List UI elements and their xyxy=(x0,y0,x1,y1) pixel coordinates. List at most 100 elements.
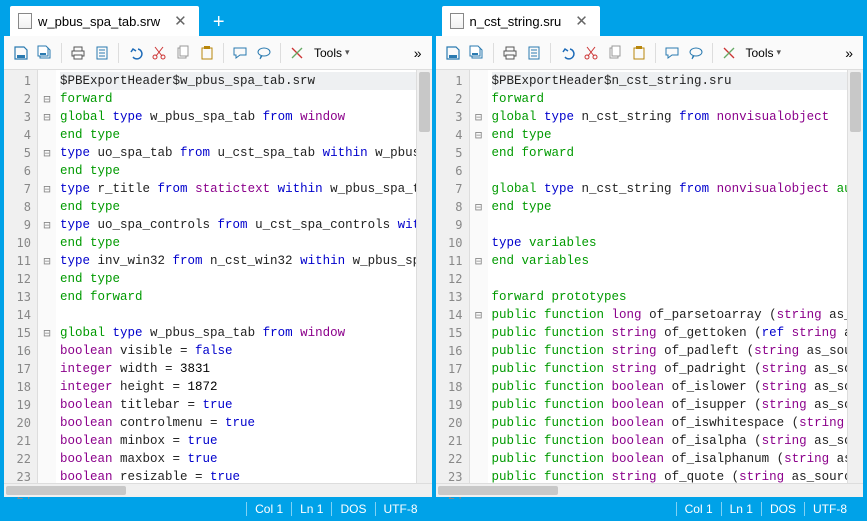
scrollbar-thumb[interactable] xyxy=(419,72,430,132)
print-icon[interactable] xyxy=(67,42,89,64)
code-line[interactable]: forward xyxy=(60,90,416,108)
code-line[interactable]: public function boolean of_islower (stri… xyxy=(492,378,848,396)
code-line[interactable]: integer height = 1872 xyxy=(60,378,416,396)
code-line[interactable]: global type n_cst_string from nonvisualo… xyxy=(492,180,848,198)
code-line[interactable]: public function string of_gettoken (ref … xyxy=(492,324,848,342)
comment-icon[interactable] xyxy=(661,42,683,64)
code-line[interactable]: forward xyxy=(492,90,848,108)
comment-icon[interactable] xyxy=(229,42,251,64)
code-line[interactable]: end type xyxy=(60,126,416,144)
code-line[interactable]: global type w_pbus_spa_tab from window xyxy=(60,324,416,342)
scrollbar-thumb[interactable] xyxy=(6,486,126,495)
fold-toggle[interactable]: ⊟ xyxy=(470,252,488,270)
paste-icon[interactable] xyxy=(196,42,218,64)
code-line[interactable]: boolean controlmenu = true xyxy=(60,414,416,432)
uncomment-icon[interactable] xyxy=(685,42,707,64)
code-line[interactable]: type r_title from statictext within w_pb… xyxy=(60,180,416,198)
code-line[interactable]: type uo_spa_controls from u_cst_spa_cont… xyxy=(60,216,416,234)
tools-dropdown[interactable]: Tools ▾ xyxy=(310,46,354,60)
cut-icon[interactable] xyxy=(580,42,602,64)
tools-dropdown[interactable]: Tools ▾ xyxy=(742,46,786,60)
toolbar-overflow-icon[interactable]: » xyxy=(841,45,857,61)
fold-toggle[interactable]: ⊟ xyxy=(38,90,56,108)
paste-icon[interactable] xyxy=(628,42,650,64)
code-line[interactable]: global type n_cst_string from nonvisualo… xyxy=(492,108,848,126)
code-line[interactable]: public function string of_quote (string … xyxy=(492,468,848,483)
vertical-scrollbar[interactable] xyxy=(416,70,432,483)
code-line[interactable]: public function boolean of_iswhitespace … xyxy=(492,414,848,432)
code-area[interactable]: $PBExportHeader$n_cst_string.sru$PBExpor… xyxy=(488,70,848,483)
code-line[interactable]: $PBExportHeader$w_pbus_spa_tab.srw xyxy=(60,72,416,90)
fold-toggle xyxy=(470,432,488,450)
code-line[interactable]: end type xyxy=(60,198,416,216)
cut-icon[interactable] xyxy=(148,42,170,64)
code-line[interactable]: end forward xyxy=(492,144,848,162)
fold-toggle[interactable]: ⊟ xyxy=(470,108,488,126)
code-line[interactable]: public function long of_parsetoarray (st… xyxy=(492,306,848,324)
tools-icon[interactable] xyxy=(286,42,308,64)
code-line[interactable]: public function boolean of_isalphanum (s… xyxy=(492,450,848,468)
code-line[interactable]: type variables xyxy=(492,234,848,252)
copy-icon[interactable] xyxy=(604,42,626,64)
code-line[interactable]: public function boolean of_isalpha (stri… xyxy=(492,432,848,450)
horizontal-scrollbar[interactable] xyxy=(4,483,432,497)
fold-toggle[interactable]: ⊟ xyxy=(38,144,56,162)
code-line[interactable]: integer width = 3831 xyxy=(60,360,416,378)
undo-icon[interactable] xyxy=(556,42,578,64)
code-line[interactable]: global type w_pbus_spa_tab from window xyxy=(60,108,416,126)
code-line[interactable]: $PBExportHeader$n_cst_string.sru xyxy=(492,72,848,90)
code-line[interactable]: end type xyxy=(60,162,416,180)
document-icon[interactable] xyxy=(523,42,545,64)
toolbar-overflow-icon[interactable]: » xyxy=(410,45,426,61)
code-line[interactable]: public function boolean of_isupper (stri… xyxy=(492,396,848,414)
fold-toggle[interactable]: ⊟ xyxy=(38,216,56,234)
code-line[interactable]: type uo_spa_tab from u_cst_spa_tab withi… xyxy=(60,144,416,162)
code-line[interactable]: end variables xyxy=(492,252,848,270)
code-area[interactable]: $PBExportHeader$w_pbus_spa_tab.srwforwar… xyxy=(56,70,416,483)
code-line[interactable]: end type xyxy=(492,126,848,144)
fold-toggle[interactable]: ⊟ xyxy=(38,108,56,126)
fold-toggle[interactable]: ⊟ xyxy=(38,324,56,342)
scrollbar-thumb[interactable] xyxy=(438,486,558,495)
save-all-icon[interactable] xyxy=(34,42,56,64)
code-line[interactable]: boolean resizable = true xyxy=(60,468,416,483)
code-line[interactable]: boolean minbox = true xyxy=(60,432,416,450)
code-line[interactable]: end type xyxy=(60,234,416,252)
code-line[interactable]: public function string of_padright (stri… xyxy=(492,360,848,378)
tools-icon[interactable] xyxy=(718,42,740,64)
file-tab[interactable]: n_cst_string.sru ✕ xyxy=(442,6,600,36)
code-line[interactable]: boolean maxbox = true xyxy=(60,450,416,468)
save-all-icon[interactable] xyxy=(466,42,488,64)
code-line[interactable]: boolean titlebar = true xyxy=(60,396,416,414)
code-line[interactable]: end forward xyxy=(60,288,416,306)
code-line[interactable]: public function string of_padleft (strin… xyxy=(492,342,848,360)
horizontal-scrollbar[interactable] xyxy=(436,483,864,497)
scrollbar-thumb[interactable] xyxy=(850,72,861,132)
document-icon[interactable] xyxy=(91,42,113,64)
code-line[interactable]: end type xyxy=(60,270,416,288)
fold-toggle[interactable]: ⊟ xyxy=(38,252,56,270)
code-line[interactable] xyxy=(60,306,416,324)
fold-toggle[interactable]: ⊟ xyxy=(470,198,488,216)
vertical-scrollbar[interactable] xyxy=(847,70,863,483)
undo-icon[interactable] xyxy=(124,42,146,64)
new-tab-button[interactable]: + xyxy=(205,8,233,36)
fold-toggle[interactable]: ⊟ xyxy=(470,126,488,144)
code-line[interactable] xyxy=(492,270,848,288)
close-tab-icon[interactable]: ✕ xyxy=(575,12,588,30)
fold-toggle[interactable]: ⊟ xyxy=(470,306,488,324)
code-line[interactable] xyxy=(492,162,848,180)
fold-toggle[interactable]: ⊟ xyxy=(38,180,56,198)
file-tab[interactable]: w_pbus_spa_tab.srw ✕ xyxy=(10,6,199,36)
save-icon[interactable] xyxy=(10,42,32,64)
copy-icon[interactable] xyxy=(172,42,194,64)
print-icon[interactable] xyxy=(499,42,521,64)
close-tab-icon[interactable]: ✕ xyxy=(174,12,187,30)
code-line[interactable]: boolean visible = false xyxy=(60,342,416,360)
save-icon[interactable] xyxy=(442,42,464,64)
uncomment-icon[interactable] xyxy=(253,42,275,64)
code-line[interactable]: type inv_win32 from n_cst_win32 within w… xyxy=(60,252,416,270)
code-line[interactable] xyxy=(492,216,848,234)
code-line[interactable]: forward prototypes xyxy=(492,288,848,306)
code-line[interactable]: end type xyxy=(492,198,848,216)
